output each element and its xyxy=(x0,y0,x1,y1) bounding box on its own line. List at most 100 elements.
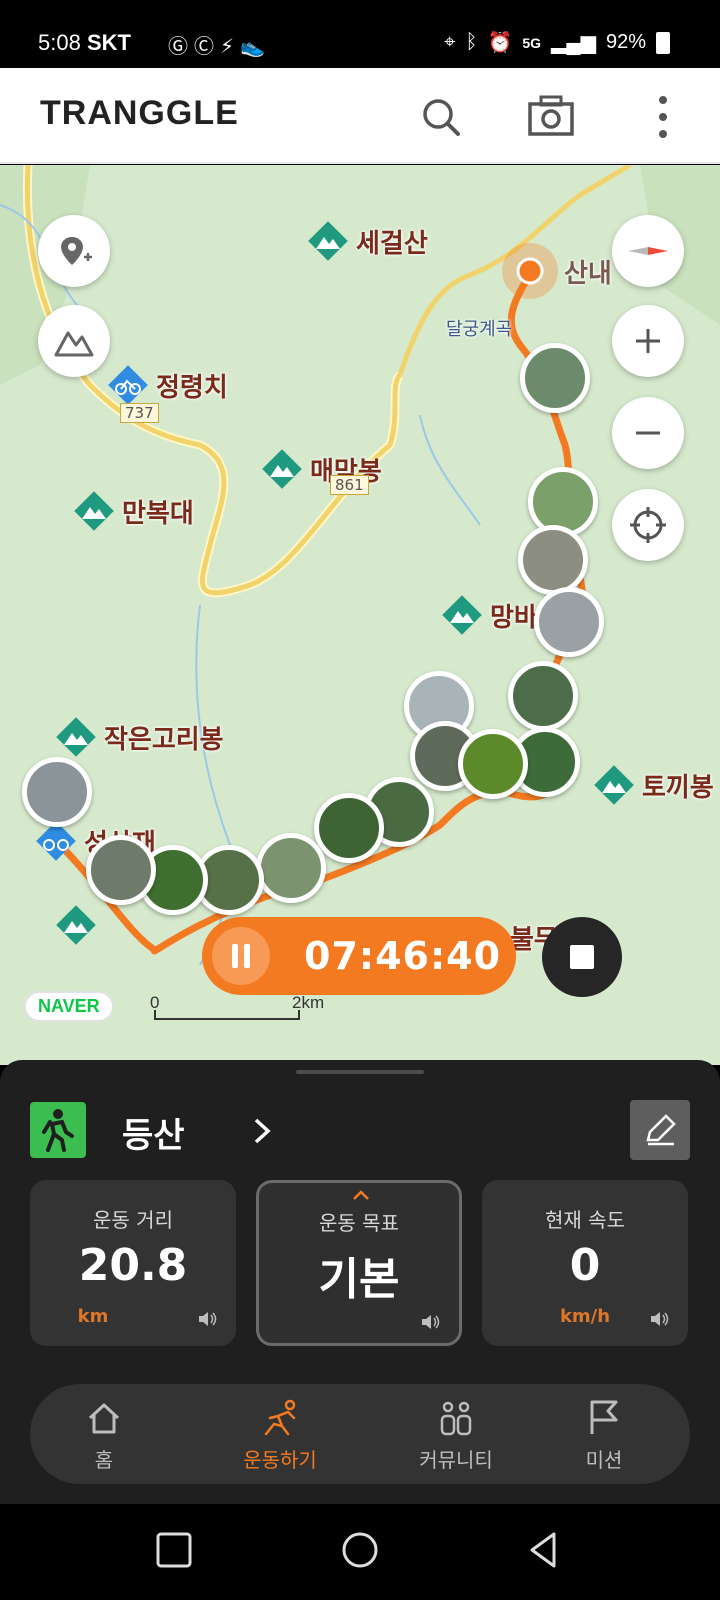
home-circle-icon[interactable] xyxy=(338,1528,382,1572)
speed-card[interactable]: 현재 속도 0 km/h xyxy=(482,1180,688,1346)
status-time: 5:08 xyxy=(38,30,81,55)
sheet-handle[interactable] xyxy=(296,1070,424,1074)
card-title: 운동 거리 xyxy=(93,1208,173,1232)
photo-marker[interactable] xyxy=(534,587,604,657)
poi-unnamed[interactable] xyxy=(52,901,100,949)
edit-button[interactable] xyxy=(630,1100,690,1160)
poi-label: 달궁계곡 xyxy=(446,319,513,340)
alarm-icon: ⏰ xyxy=(487,32,513,54)
compass-button[interactable] xyxy=(612,215,684,287)
nav-home[interactable]: 홈 xyxy=(44,1398,164,1478)
flag-icon xyxy=(590,1400,618,1434)
nav-label: 미션 xyxy=(585,1448,623,1472)
photo-marker[interactable] xyxy=(22,757,92,827)
zoom-out-button[interactable] xyxy=(612,397,684,469)
shoe-icon: 👟 xyxy=(240,34,271,58)
poi-manbokdae[interactable]: 만복대 xyxy=(70,487,194,535)
road-number-861: 861 xyxy=(330,475,369,495)
search-icon[interactable] xyxy=(414,90,468,144)
mountain-icon xyxy=(56,717,96,757)
card-unit: km xyxy=(77,1306,109,1327)
distance-card[interactable]: 운동 거리 20.8 km xyxy=(30,1180,236,1346)
scale-bar xyxy=(154,1010,300,1020)
my-location-button[interactable] xyxy=(612,489,684,561)
nav-exercise[interactable]: 운동하기 xyxy=(220,1398,340,1478)
app-header: TRANGGLE xyxy=(0,68,720,164)
minus-icon xyxy=(636,431,660,435)
poi-segeolsan[interactable]: 세걸산 xyxy=(304,217,428,265)
compass-icon xyxy=(628,247,668,255)
nav-community[interactable]: 커뮤니티 xyxy=(396,1398,516,1478)
zoom-in-button[interactable] xyxy=(612,305,684,377)
location-icon: ⌖ xyxy=(444,31,456,53)
poi-dalgung-valley[interactable]: 달궁계곡 xyxy=(446,315,512,341)
poi-label: 산내 xyxy=(564,258,612,289)
map-view[interactable]: 세걸산 정령치 737 매막봉 861 만복대 망바 작은고리봉 토끼봉 성삼재… xyxy=(0,165,720,1065)
battery-level: 92% xyxy=(605,31,646,53)
tracking-timer: 07:46:40 xyxy=(202,917,516,995)
mountain-icon xyxy=(308,221,348,261)
activity-type[interactable]: 등산 xyxy=(122,1108,185,1157)
people-icon xyxy=(440,1401,472,1436)
stop-button[interactable] xyxy=(542,917,622,997)
road-number-737: 737 xyxy=(120,403,159,423)
notification-icons: ⒼⒸ⚡👟 xyxy=(168,30,271,59)
photo-marker[interactable] xyxy=(256,833,326,903)
photo-marker[interactable] xyxy=(86,835,156,905)
battery-icon xyxy=(656,31,670,54)
poi-label: 작은고리봉 xyxy=(104,724,224,755)
add-pin-icon xyxy=(61,237,92,265)
more-icon[interactable] xyxy=(636,90,690,144)
nav-mission[interactable]: 미션 xyxy=(544,1398,664,1478)
crosshair-icon xyxy=(630,507,666,543)
plus-icon xyxy=(636,329,660,353)
speaker-icon[interactable] xyxy=(419,1311,441,1333)
nav-label: 운동하기 xyxy=(243,1448,317,1472)
pencil-icon xyxy=(646,1114,676,1146)
poi-jageungoribong[interactable]: 작은고리봉 xyxy=(52,713,224,761)
current-location-marker: 산내 xyxy=(500,241,612,301)
card-value: 20.8 xyxy=(78,1240,188,1291)
poi-mangba[interactable]: 망바 xyxy=(438,591,538,639)
poi-tokkibong[interactable]: 토끼봉 xyxy=(590,761,714,809)
hiking-icon xyxy=(30,1102,86,1158)
card-title: 현재 속도 xyxy=(545,1208,625,1232)
google-icon: Ⓖ xyxy=(168,34,194,58)
photo-marker[interactable] xyxy=(518,525,588,595)
pause-button[interactable] xyxy=(212,927,270,985)
poi-jeongnyeongchi[interactable]: 정령치 xyxy=(104,361,228,409)
mountain-outline-icon xyxy=(54,331,94,357)
c-app-icon: Ⓒ xyxy=(194,34,220,58)
speaker-icon[interactable] xyxy=(196,1308,218,1330)
elapsed-time: 07:46:40 xyxy=(304,934,502,978)
terrain-button[interactable] xyxy=(38,305,110,377)
signal-icon: ▂▄▆ xyxy=(551,32,596,54)
mountain-icon xyxy=(56,905,96,945)
photo-marker[interactable] xyxy=(520,343,590,413)
system-icons: ⌖ ᛒ ⏰ 5G ▂▄▆ 92% xyxy=(444,30,670,55)
status-carrier: SKT xyxy=(86,30,131,55)
camera-icon[interactable] xyxy=(524,90,578,144)
speaker-icon[interactable] xyxy=(648,1308,670,1330)
add-location-button[interactable] xyxy=(38,215,110,287)
nav-label: 홈 xyxy=(94,1448,114,1472)
photo-marker[interactable] xyxy=(458,729,528,799)
nav-label: 커뮤니티 xyxy=(419,1448,493,1472)
app-logo: TRANGGLE xyxy=(40,94,239,132)
photo-marker[interactable] xyxy=(508,661,578,731)
poi-label: 정령치 xyxy=(156,372,228,403)
recents-icon[interactable] xyxy=(152,1528,196,1572)
status-bar: 5:08 SKT ⒼⒸ⚡👟 ⌖ ᛒ ⏰ 5G ▂▄▆ 92% xyxy=(0,0,720,68)
chevron-up-icon[interactable] xyxy=(351,1189,371,1201)
back-icon[interactable] xyxy=(522,1528,566,1572)
goal-card[interactable]: 운동 목표 기본 xyxy=(256,1180,462,1346)
bicycle-icon xyxy=(108,365,148,405)
chevron-right-icon[interactable] xyxy=(250,1116,274,1146)
5g-icon: 5G xyxy=(522,34,542,51)
photo-marker[interactable] xyxy=(314,793,384,863)
home-icon xyxy=(88,1403,120,1434)
mountain-icon xyxy=(442,595,482,635)
poi-label: 토끼봉 xyxy=(642,772,714,803)
poi-label: 망바 xyxy=(490,602,538,633)
card-value: 기본 xyxy=(318,1254,400,1305)
